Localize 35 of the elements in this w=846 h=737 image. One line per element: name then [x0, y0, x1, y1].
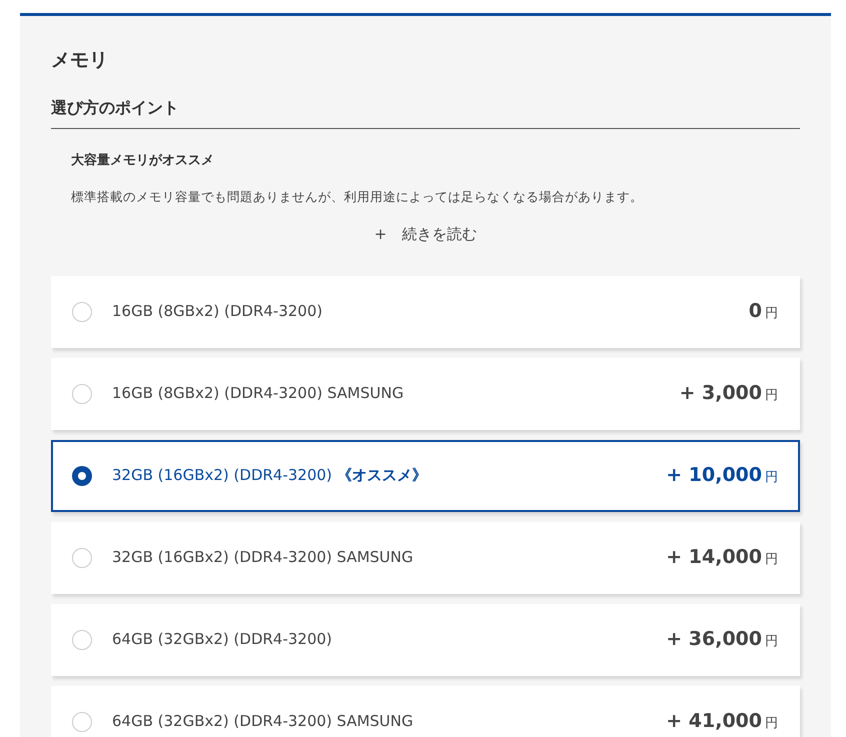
read-more-link[interactable]: + 続きを読む — [374, 223, 477, 246]
option-price: 0 — [748, 302, 762, 321]
option-price: + 14,000 — [666, 548, 762, 567]
radio-button[interactable] — [72, 384, 92, 404]
memory-option[interactable]: 16GB (8GBx2) (DDR4-3200) 0 円 — [51, 276, 800, 348]
guide-subtitle: 大容量メモリがオススメ — [71, 153, 214, 168]
memory-option[interactable]: 32GB (16GBx2) (DDR4-3200) SAMSUNG + 14,000 円 — [51, 522, 800, 594]
memory-option[interactable]: 64GB (32GBx2) (DDR4-3200) SAMSUNG + 41,000 円 — [51, 686, 800, 737]
memory-option[interactable]: 32GB (16GBx2) (DDR4-3200) 《オススメ》 + 10,000 円 — [51, 440, 800, 512]
guide-paragraph: 標準搭載のメモリ容量でも問題ありませんが、利用用途によっては足らなくなる場合があります。 — [71, 188, 644, 206]
option-label: 64GB (32GBx2) (DDR4-3200) SAMSUNG — [112, 711, 414, 732]
option-label: 64GB (32GBx2) (DDR4-3200) — [112, 629, 332, 650]
radio-button[interactable] — [72, 712, 92, 732]
option-price: + 41,000 — [666, 712, 762, 731]
option-price: + 10,000 — [666, 466, 762, 485]
option-price: + 3,000 — [679, 384, 762, 403]
radio-button[interactable] — [72, 302, 92, 322]
guide-title: 選び方のポイント — [51, 97, 179, 119]
currency-unit: 円 — [765, 714, 778, 733]
currency-unit: 円 — [765, 550, 778, 569]
option-price: + 36,000 — [666, 630, 762, 649]
currency-unit: 円 — [765, 304, 778, 323]
currency-unit: 円 — [765, 632, 778, 651]
radio-button[interactable] — [72, 466, 92, 486]
option-label: 16GB (8GBx2) (DDR4-3200) SAMSUNG — [112, 383, 404, 404]
currency-unit: 円 — [765, 468, 778, 487]
option-label: 16GB (8GBx2) (DDR4-3200) — [112, 301, 322, 322]
radio-button[interactable] — [72, 548, 92, 568]
section-title: メモリ — [51, 48, 108, 73]
option-label: 32GB (16GBx2) (DDR4-3200) 《オススメ》 — [112, 465, 427, 486]
radio-button[interactable] — [72, 630, 92, 650]
currency-unit: 円 — [765, 386, 778, 405]
option-label: 32GB (16GBx2) (DDR4-3200) SAMSUNG — [112, 547, 414, 568]
memory-option[interactable]: 16GB (8GBx2) (DDR4-3200) SAMSUNG + 3,000 円 — [51, 358, 800, 430]
memory-option[interactable]: 64GB (32GBx2) (DDR4-3200) + 36,000 円 — [51, 604, 800, 676]
